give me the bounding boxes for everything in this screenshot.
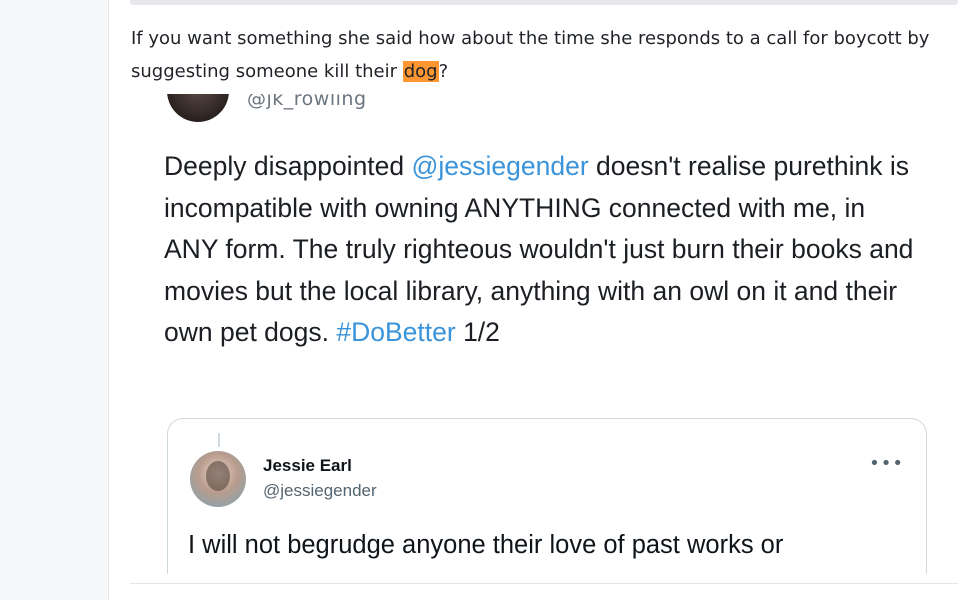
comment-text-after: ? xyxy=(438,61,449,82)
hashtag-link: #DoBetter xyxy=(336,317,456,347)
thread-line xyxy=(218,433,220,447)
more-dots-icon: ••• xyxy=(869,453,904,474)
embedded-tweet-screenshot[interactable]: @jk_rowling Deeply disappointed @jessieg… xyxy=(131,94,959,574)
author-avatar xyxy=(167,94,229,122)
tweet-text-1: Deeply disappointed xyxy=(164,151,412,181)
quoted-author-handle: @jessiegender xyxy=(263,481,377,500)
quoted-author-avatar xyxy=(190,451,246,507)
quoted-tweet-card: Jessie Earl @jessiegender ••• I will not… xyxy=(167,418,927,574)
quoted-author-name: Jessie Earl xyxy=(263,456,352,475)
left-gutter xyxy=(0,0,109,600)
comment-text: If you want something she said how about… xyxy=(131,22,931,88)
search-highlight: dog xyxy=(402,61,439,82)
bottom-divider xyxy=(130,583,958,584)
tweet-text-3: 1/2 xyxy=(455,317,500,347)
mention-link: @jessiegender xyxy=(411,151,589,181)
top-divider xyxy=(130,0,958,5)
quoted-tweet-text: I will not begrudge anyone their love of… xyxy=(188,531,784,559)
author-handle: @jk_rowling xyxy=(247,94,367,110)
comment-text-before: If you want something she said how about… xyxy=(131,28,930,82)
tweet-body: Deeply disappointed @jessiegender doesn'… xyxy=(164,146,924,354)
